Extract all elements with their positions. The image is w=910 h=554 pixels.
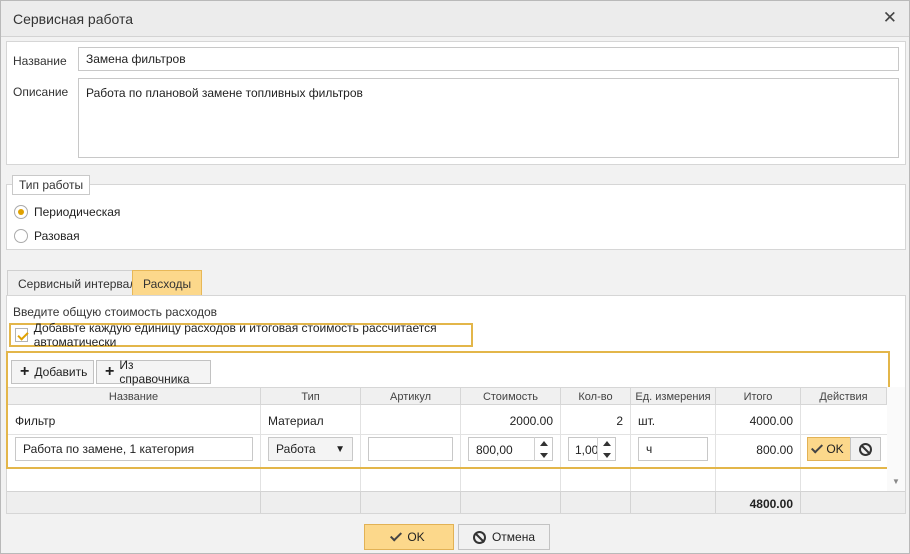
grid-line	[360, 491, 361, 513]
grid-line	[715, 491, 716, 513]
auto-calc-label: Добавьте каждую единицу расходов и итого…	[33, 321, 437, 349]
tab-expenses[interactable]: Расходы	[132, 270, 203, 296]
check-icon	[811, 440, 824, 454]
cost-spinner	[534, 437, 552, 461]
edit-name-input[interactable]	[15, 437, 253, 461]
col-header-actions[interactable]: Действия	[801, 387, 887, 405]
row1-name: Фильтр	[15, 414, 56, 428]
edit-type-select[interactable]: Работа ▼	[268, 437, 353, 461]
row1-total: 4000.00	[749, 414, 793, 428]
row1-unit: шт.	[638, 414, 656, 428]
grid-line	[630, 491, 631, 513]
increment-icon[interactable]	[602, 440, 611, 446]
from-catalog-label: Из справочника	[119, 358, 190, 386]
row1-type: Материал	[268, 414, 324, 428]
add-button-label: Добавить	[34, 365, 88, 379]
cancel-icon	[859, 442, 872, 456]
plus-icon: +	[20, 363, 30, 380]
auto-calc-checkbox[interactable]	[15, 328, 28, 342]
description-field[interactable]: Работа по плановой замене топливных филь…	[78, 78, 899, 158]
radio-periodic-label: Периодическая	[34, 205, 121, 219]
close-icon[interactable]: ✕	[883, 9, 897, 27]
grid-line	[560, 491, 561, 513]
name-label: Название	[13, 54, 67, 68]
decrement-icon[interactable]	[602, 452, 611, 458]
name-field[interactable]	[78, 47, 899, 71]
col-header-qty[interactable]: Кол-во	[561, 387, 631, 405]
cancel-button[interactable]: Отмена	[458, 524, 550, 550]
increment-icon[interactable]	[539, 440, 548, 446]
grid-scrollbar[interactable]: ▼	[887, 387, 905, 491]
dialog-title: Сервисная работа	[13, 11, 134, 27]
from-catalog-button[interactable]: + Из справочника	[96, 358, 211, 386]
scroll-down-icon[interactable]: ▼	[892, 477, 900, 486]
qty-spinner	[597, 437, 615, 461]
dialog-titlebar: Сервисная работа ✕	[1, 1, 909, 37]
edit-row-total: 800.00	[756, 443, 793, 457]
grand-total: 4800.00	[749, 497, 793, 511]
grid-line	[260, 491, 261, 513]
col-header-sku[interactable]: Артикул	[361, 387, 461, 405]
row1-qty: 2	[616, 414, 623, 428]
row-confirm-button[interactable]: OK	[807, 437, 851, 461]
description-label: Описание	[13, 85, 69, 99]
row-confirm-label: OK	[826, 442, 844, 456]
col-header-cost[interactable]: Стоимость	[461, 387, 561, 405]
edit-cost-stepper[interactable]: 800,00	[468, 437, 553, 461]
decrement-icon[interactable]	[539, 452, 548, 458]
auto-calc-checkbox-row[interactable]: Добавьте каждую единицу расходов и итого…	[9, 321, 473, 349]
edit-type-value: Работа	[276, 442, 316, 456]
plus-icon: +	[105, 363, 115, 380]
check-icon	[390, 528, 403, 542]
caret-down-icon: ▼	[335, 443, 345, 455]
radio-periodic-dot[interactable]	[14, 205, 28, 219]
grid-line	[800, 491, 801, 513]
cancel-button-label: Отмена	[491, 530, 536, 544]
grid-line	[7, 434, 887, 435]
grid-summary-row: 4800.00	[7, 491, 905, 513]
edit-sku-input[interactable]	[368, 437, 453, 461]
edit-qty-stepper[interactable]: 1,00	[568, 437, 616, 461]
col-header-type[interactable]: Тип	[261, 387, 361, 405]
edit-unit-input[interactable]	[638, 437, 708, 461]
row-cancel-button[interactable]	[850, 437, 881, 461]
edit-cost-value: 800,00	[476, 443, 513, 457]
col-header-total[interactable]: Итого	[716, 387, 801, 405]
work-type-legend: Тип работы	[12, 175, 91, 195]
radio-one-time-dot[interactable]	[14, 229, 28, 243]
add-button[interactable]: + Добавить	[11, 360, 94, 384]
radio-one-time[interactable]: Разовая	[14, 228, 80, 244]
radio-one-time-label: Разовая	[34, 229, 80, 243]
grid-line	[460, 491, 461, 513]
edit-qty-value: 1,00	[575, 443, 599, 457]
ok-button-label: OK	[407, 530, 425, 544]
ok-button[interactable]: OK	[364, 524, 454, 550]
radio-periodic[interactable]: Периодическая	[14, 204, 120, 220]
col-header-name[interactable]: Название	[7, 387, 261, 405]
total-cost-label: Введите общую стоимость расходов	[13, 305, 218, 319]
tab-service-interval[interactable]: Сервисный интервал	[7, 270, 148, 296]
description-text: Работа по плановой замене топливных филь…	[86, 86, 363, 100]
service-work-dialog: Сервисная работа ✕ Название Описание Раб…	[0, 0, 910, 554]
work-type-panel	[6, 184, 906, 250]
col-header-unit[interactable]: Ед. измерения	[631, 387, 716, 405]
row1-cost: 2000.00	[509, 414, 553, 428]
cancel-icon	[472, 530, 486, 544]
